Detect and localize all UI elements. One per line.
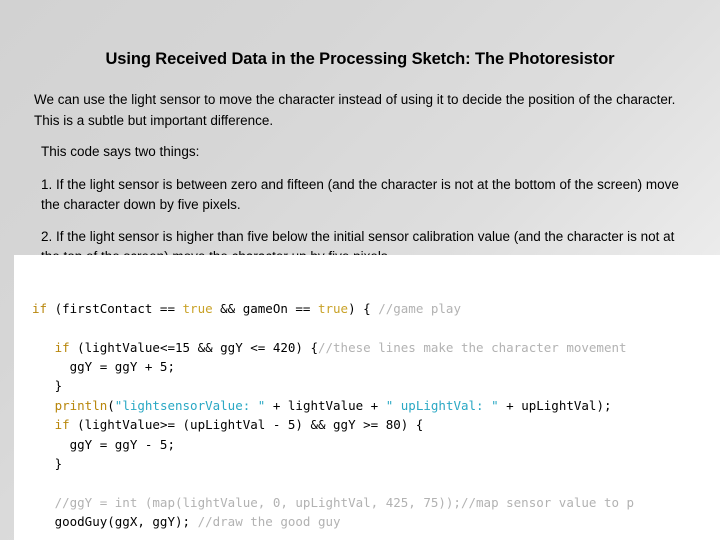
code-line: //ggY = int (map(lightValue, 0, upLightV…: [32, 493, 720, 512]
slide-body-text: We can use the light sensor to move the …: [34, 90, 694, 268]
code-token-kw: if: [32, 417, 78, 433]
code-token-kw: if: [32, 339, 78, 355]
code-token-plain: ggY = ggY - 5;: [32, 436, 175, 452]
code-line: ggY = ggY + 5;: [32, 357, 720, 376]
code-line: }: [32, 376, 720, 395]
code-block: if (firstContact == true && gameOn == tr…: [14, 255, 720, 540]
code-token-plain: (lightValue>= (upLightVal - 5) && ggY >=…: [77, 417, 424, 433]
code-token-plain: (: [107, 397, 115, 413]
code-token-plain: }: [32, 378, 63, 394]
code-token-cmt: //ggY = int (map(lightValue, 0, upLightV…: [32, 494, 635, 510]
code-token-plain: && gameOn ==: [212, 300, 318, 316]
code-line: if (lightValue<=15 && ggY <= 420) {//the…: [32, 338, 720, 357]
code-line: ggY = ggY - 5;: [32, 435, 720, 454]
code-token-lit: true: [317, 300, 349, 316]
body-paragraph-1: We can use the light sensor to move the …: [34, 92, 676, 128]
code-token-plain: goodGuy(ggX, ggY);: [32, 514, 198, 530]
page-title: Using Received Data in the Processing Sk…: [105, 50, 615, 68]
code-token-plain: ) {: [348, 300, 379, 316]
code-token-plain: + upLightVal);: [498, 397, 612, 413]
code-token-plain: (firstContact ==: [54, 300, 183, 316]
code-token-plain: }: [32, 455, 63, 471]
body-paragraph-2: This code says two things:: [41, 144, 200, 159]
code-listing: if (firstContact == true && gameOn == tr…: [14, 294, 720, 532]
code-line: goodGuy(ggX, ggY); //draw the good guy: [32, 512, 720, 531]
code-token-str: " upLightVal: ": [385, 397, 499, 413]
code-line: println("lightsensorValue: " + lightValu…: [32, 396, 720, 415]
code-token-plain: (lightValue<=15 && ggY <= 420) {: [77, 339, 318, 355]
code-token-cmt: //draw the good guy: [197, 514, 341, 530]
code-token-kw: if: [32, 300, 55, 316]
code-token-cmt: //these lines make the character movemen…: [317, 339, 627, 355]
presentation-slide: Using Received Data in the Processing Sk…: [0, 0, 720, 540]
code-token-str: "lightsensorValue: ": [114, 397, 266, 413]
body-paragraph-3: 1. If the light sensor is between zero a…: [41, 176, 679, 213]
code-token-lit: true: [182, 300, 213, 316]
code-token-cmt: //game play: [378, 300, 461, 316]
code-token-kw: println: [32, 397, 108, 413]
code-line: if (lightValue>= (upLightVal - 5) && ggY…: [32, 415, 720, 434]
code-token-plain: ggY = ggY + 5;: [32, 358, 175, 374]
code-line: if (firstContact == true && gameOn == tr…: [32, 299, 720, 318]
code-token-plain: + lightValue +: [265, 397, 386, 413]
code-line: }: [32, 454, 720, 473]
